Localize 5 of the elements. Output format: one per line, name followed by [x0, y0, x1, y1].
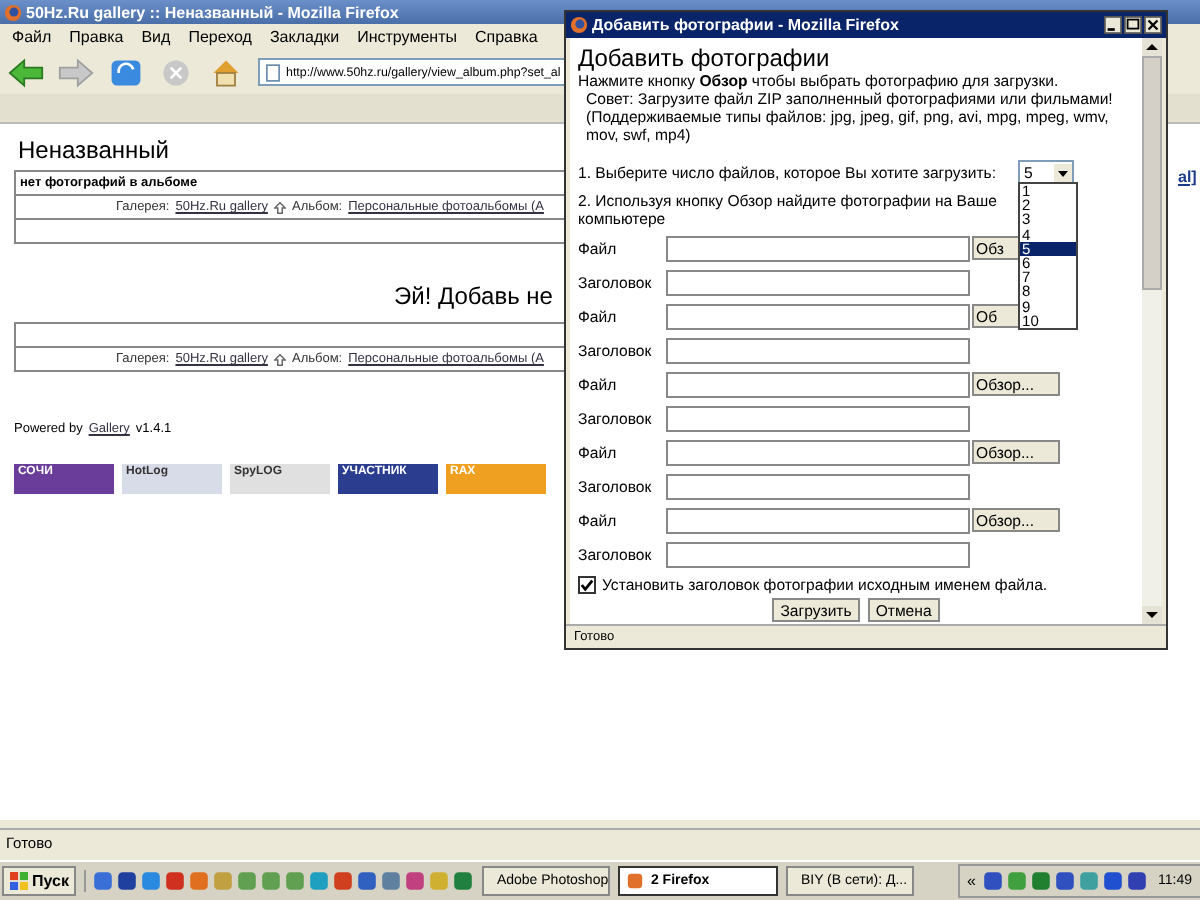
window-title: 50Hz.Ru gallery :: Неназванный - Mozilla Firefox [26, 3, 399, 21]
dialog-title: Добавить фотографии - Mozilla Firefox [592, 16, 899, 34]
dialog-heading: Добавить фотографии [578, 46, 832, 72]
album-title: Неназванный [18, 136, 172, 164]
empty-album-message: Эй! Добавь не [394, 282, 553, 310]
